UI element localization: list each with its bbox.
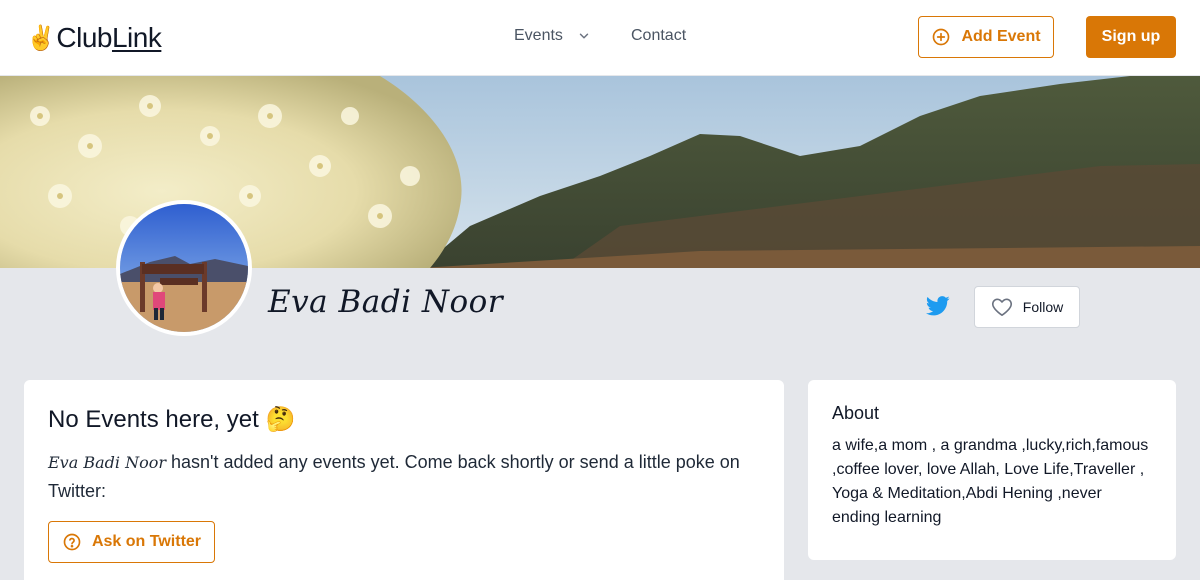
top-header: ✌️ Club Link Events Contact Add Event Sig…	[0, 0, 1200, 76]
profile-name: Eva Badi Noor	[268, 284, 504, 320]
heart-icon	[991, 298, 1012, 316]
question-circle-icon	[63, 533, 81, 551]
plus-circle-icon	[933, 28, 950, 46]
add-event-button[interactable]: Add Event	[918, 16, 1054, 58]
profile-avatar	[116, 200, 252, 336]
about-title: About	[832, 403, 880, 423]
follow-label: Follow	[1022, 299, 1064, 315]
follow-button[interactable]: Follow	[974, 286, 1080, 328]
events-empty-message: Eva Badi Noor hasn't added any events ye…	[48, 448, 760, 505]
clublink-logo[interactable]: ✌️ Club Link	[26, 22, 162, 54]
avatar-photo	[120, 204, 248, 332]
ask-on-twitter-button[interactable]: Ask on Twitter	[48, 521, 215, 563]
logo-text-club: Club	[56, 22, 112, 53]
nav-contact-link[interactable]: Contact	[631, 27, 686, 45]
victory-hand-icon: ✌️	[26, 24, 56, 52]
nav-events-dropdown[interactable]: Events	[514, 27, 591, 45]
twitter-icon[interactable]	[926, 296, 950, 321]
add-event-label: Add Event	[961, 28, 1041, 45]
about-card: About a wife,a mom , a grandma ,lucky,ri…	[808, 380, 1176, 560]
sign-up-button[interactable]: Sign up	[1086, 16, 1176, 58]
events-message-name: Eva Badi Noor	[48, 453, 166, 472]
logo-text-link: Link	[111, 22, 162, 53]
ask-on-twitter-label: Ask on Twitter	[91, 533, 202, 550]
events-card: No Events here, yet 🤔 Eva Badi Noor hasn…	[24, 380, 784, 580]
nav-events-label: Events	[514, 27, 563, 44]
about-text: a wife,a mom , a grandma ,lucky,rich,fam…	[832, 437, 1149, 526]
chevron-down-icon	[579, 33, 589, 39]
events-empty-title: No Events here, yet 🤔	[48, 406, 296, 433]
